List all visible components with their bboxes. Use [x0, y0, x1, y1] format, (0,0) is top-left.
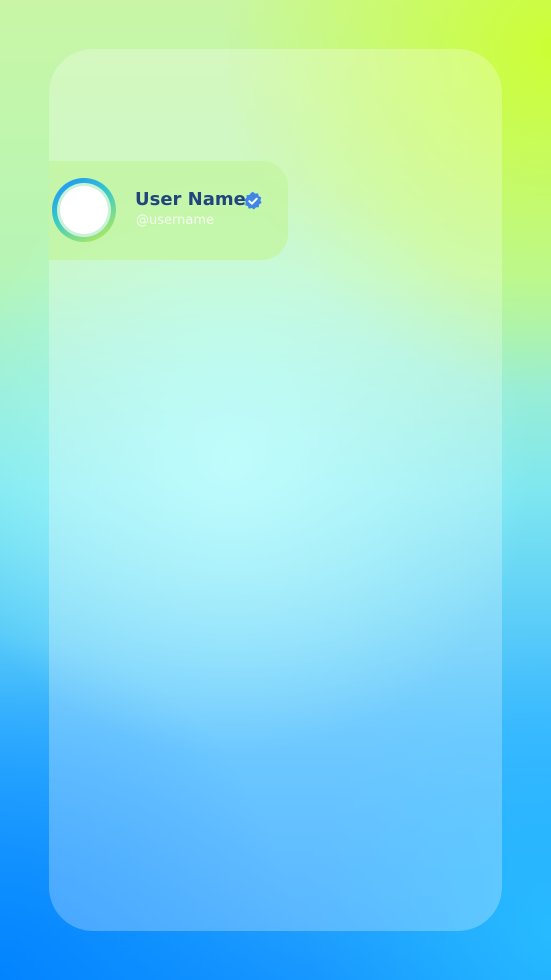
- user-handle: @username: [136, 213, 214, 228]
- avatar-photo: [60, 186, 108, 234]
- verified-badge-icon: [244, 191, 262, 210]
- user-display-name[interactable]: User Name: [135, 188, 246, 212]
- avatar-ring-gap: [57, 183, 111, 237]
- avatar[interactable]: [52, 178, 116, 242]
